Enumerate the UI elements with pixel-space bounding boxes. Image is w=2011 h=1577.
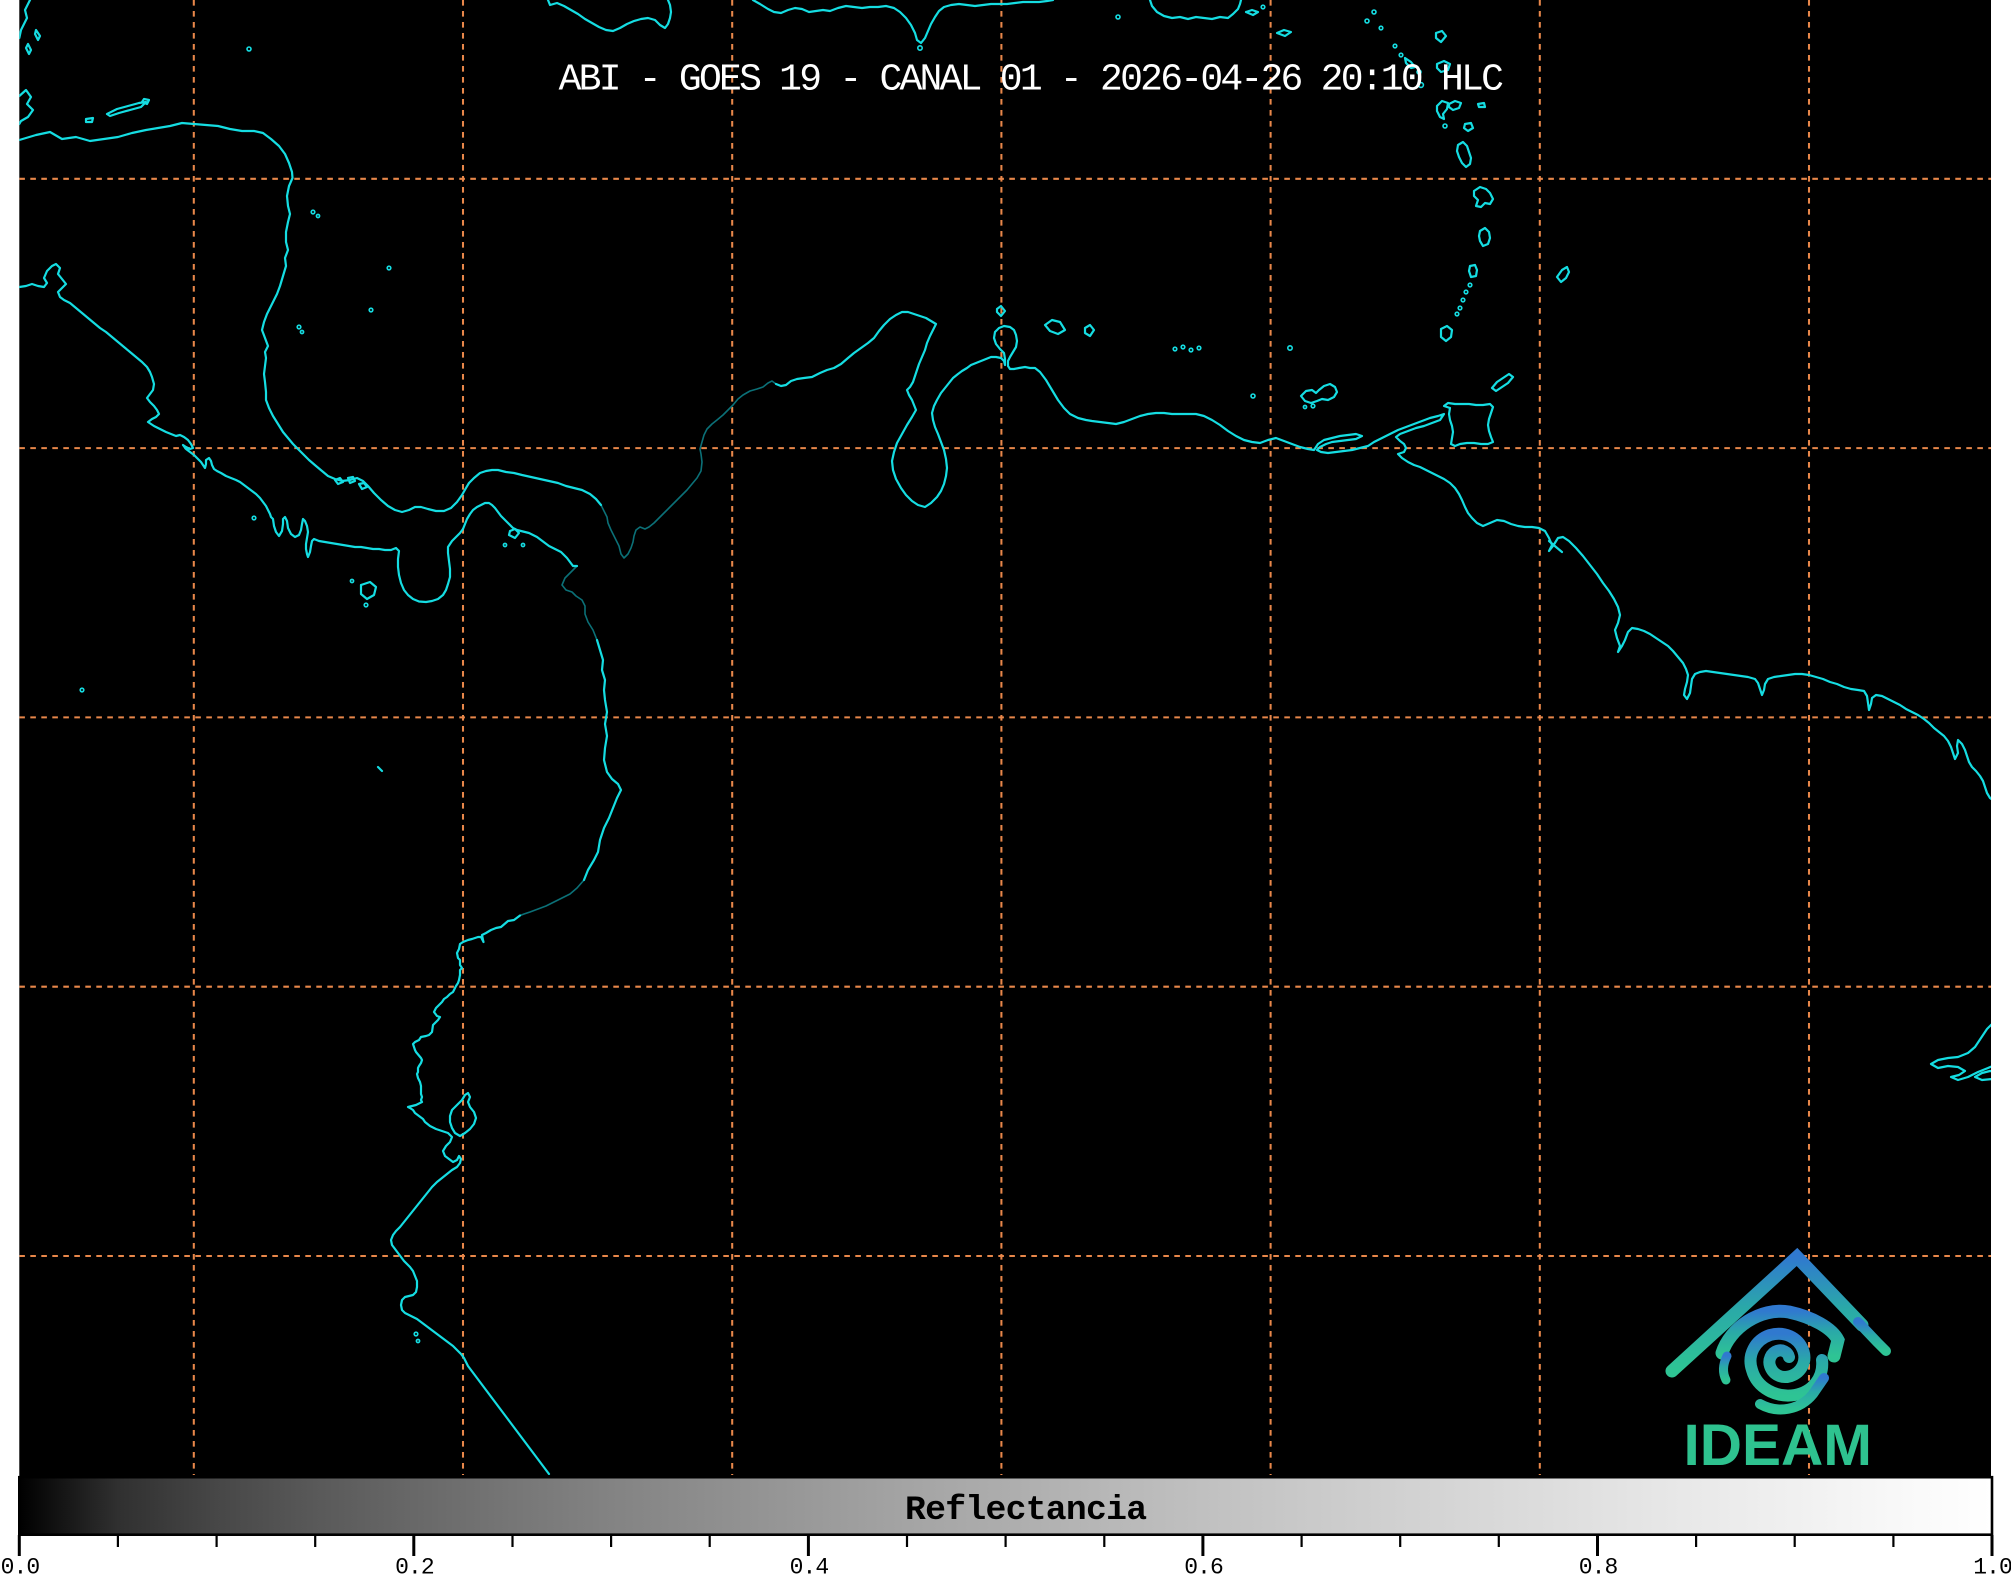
- svg-text:0.8: 0.8: [1579, 1555, 1618, 1577]
- svg-text:0.2: 0.2: [395, 1555, 434, 1577]
- svg-text:IDEAM: IDEAM: [1684, 1413, 1873, 1478]
- svg-text:0.6: 0.6: [1184, 1555, 1223, 1577]
- svg-text:1.0: 1.0: [1973, 1555, 2011, 1577]
- svg-text:0.4: 0.4: [790, 1555, 829, 1577]
- svg-text:0.0: 0.0: [1, 1555, 40, 1577]
- svg-text:Reflectancia: Reflectancia: [905, 1491, 1146, 1530]
- svg-text:ABI - GOES 19 - CANAL 01 - 202: ABI - GOES 19 - CANAL 01 - 2026-04-26 20…: [559, 59, 1503, 102]
